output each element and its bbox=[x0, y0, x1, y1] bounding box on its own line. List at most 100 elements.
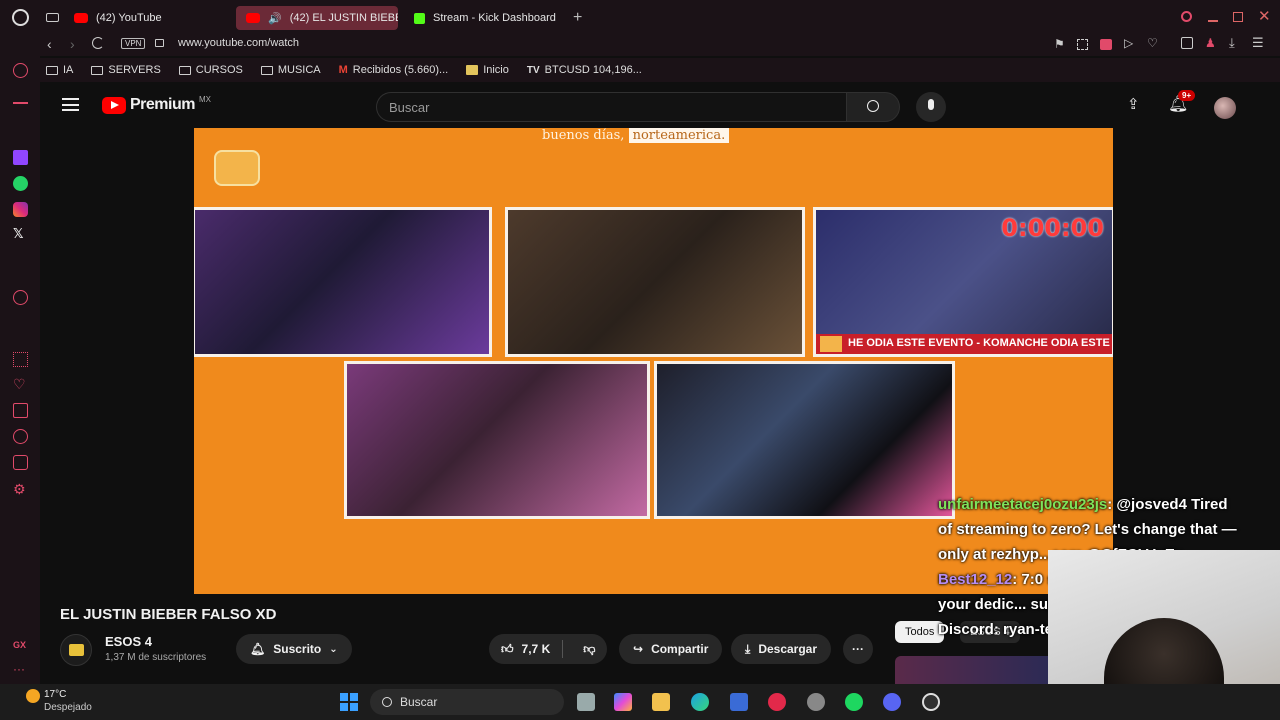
like-button[interactable]: 👍︎ 7,7 K bbox=[489, 640, 564, 658]
tab-justin-bieber-video[interactable]: 🔊 (42) EL JUSTIN BIEBE bbox=[236, 6, 398, 30]
search-input[interactable]: Buscar bbox=[376, 92, 846, 122]
windows-taskbar: 17°C Despejado Buscar bbox=[0, 684, 1280, 720]
restore-icon[interactable] bbox=[1233, 12, 1243, 22]
logo-text: Premium bbox=[130, 96, 195, 113]
shield-icon[interactable] bbox=[1100, 39, 1112, 50]
gx-control-icon[interactable] bbox=[13, 63, 28, 78]
copilot-icon[interactable] bbox=[614, 693, 632, 711]
new-tab-plus-icon[interactable]: + bbox=[573, 9, 582, 27]
tab-kick-dashboard[interactable]: Stream - Kick Dashboard bbox=[404, 6, 566, 30]
bookmark-ia[interactable]: IA bbox=[46, 64, 73, 76]
whatsapp-icon[interactable] bbox=[13, 176, 28, 191]
weather-temp[interactable]: 17°C bbox=[44, 689, 66, 700]
opera-gx-logo-icon[interactable] bbox=[12, 9, 29, 26]
search-icon bbox=[382, 697, 392, 707]
weather-icon[interactable] bbox=[26, 689, 40, 703]
folder-icon bbox=[91, 65, 104, 75]
extensions-icon[interactable] bbox=[1181, 37, 1193, 49]
tab-list-icon[interactable] bbox=[46, 13, 59, 22]
edge-icon[interactable] bbox=[691, 693, 709, 711]
vpn-badge[interactable]: VPN bbox=[121, 38, 146, 49]
apps-icon[interactable] bbox=[13, 352, 28, 367]
download-button[interactable]: ⤓ Descargar bbox=[731, 634, 832, 664]
kick-icon bbox=[414, 12, 425, 24]
discord-icon[interactable] bbox=[883, 693, 901, 711]
download-icon[interactable]: ⤓ bbox=[1229, 35, 1235, 51]
news-icon[interactable] bbox=[13, 403, 28, 418]
heart-icon[interactable]: ♡ bbox=[1147, 36, 1158, 50]
voice-search-button[interactable] bbox=[916, 92, 946, 122]
image-icon bbox=[466, 65, 479, 75]
youtube-logo[interactable]: Premium MX bbox=[102, 95, 211, 114]
gmail-icon: M bbox=[338, 64, 348, 76]
x-icon[interactable]: 𝕏 bbox=[13, 226, 28, 241]
dislike-button[interactable]: 👎︎ bbox=[571, 642, 607, 657]
chip-todos[interactable]: Todos bbox=[895, 621, 945, 643]
settings-icon[interactable]: ⚙ bbox=[13, 481, 28, 497]
subscribe-button[interactable]: 🔔︎ Suscrito ⌄ bbox=[236, 634, 352, 664]
search-tabs-icon[interactable] bbox=[1181, 11, 1192, 22]
bookmark-servers[interactable]: SERVERS bbox=[91, 64, 161, 76]
folder-icon bbox=[260, 65, 273, 75]
reload-icon[interactable] bbox=[92, 37, 104, 49]
bookmark-cursos[interactable]: CURSOS bbox=[178, 64, 243, 76]
extensions-icon[interactable] bbox=[13, 455, 28, 470]
spotify-icon[interactable] bbox=[845, 693, 863, 711]
chat-username: unfairmeetacej0ozu23js bbox=[938, 496, 1108, 513]
opera-gx-taskbar-icon[interactable] bbox=[768, 693, 786, 711]
twitch-icon[interactable] bbox=[13, 150, 28, 165]
play-icon[interactable]: ▷ bbox=[1124, 36, 1133, 50]
app-icon[interactable] bbox=[807, 693, 825, 711]
windows-start-icon[interactable] bbox=[340, 693, 358, 711]
url-field[interactable]: www.youtube.com/watch bbox=[178, 37, 299, 49]
heart-icon[interactable]: ♡ bbox=[13, 376, 28, 392]
bookmark-inicio[interactable]: Inicio bbox=[466, 64, 509, 76]
pin-icon[interactable]: ⚑ bbox=[1054, 37, 1065, 51]
avatar[interactable] bbox=[1214, 97, 1236, 119]
close-icon[interactable]: ✕ bbox=[1258, 7, 1271, 25]
timer: 0:00:00 bbox=[1001, 214, 1104, 242]
recommended-thumbnail[interactable] bbox=[895, 656, 1055, 684]
news-ticker: HE ODIA ESTE EVENTO - KOMANCHE ODIA ESTE… bbox=[816, 334, 1112, 354]
instagram-icon[interactable] bbox=[13, 202, 28, 217]
forward-icon[interactable]: › bbox=[70, 36, 75, 52]
camera-1 bbox=[194, 207, 492, 357]
hamburger-menu-icon[interactable] bbox=[62, 98, 79, 111]
ticker-logo-icon bbox=[820, 336, 842, 352]
back-icon[interactable]: ‹ bbox=[47, 36, 52, 52]
weather-desc[interactable]: Despejado bbox=[44, 702, 92, 713]
menu-icon[interactable]: ☰ bbox=[1252, 35, 1264, 51]
camera-3: 0:00:00 HE ODIA ESTE EVENTO - KOMANCHE O… bbox=[813, 207, 1113, 357]
speaker-icon[interactable]: 🔊 bbox=[268, 12, 282, 25]
bookmark-musica[interactable]: MUSICA bbox=[260, 64, 321, 76]
tab-youtube[interactable]: (42) YouTube bbox=[64, 6, 172, 30]
snapshot-icon[interactable] bbox=[1077, 39, 1088, 50]
upload-icon[interactable]: ⇪ bbox=[1127, 95, 1140, 113]
player-icon[interactable] bbox=[13, 290, 28, 305]
share-icon: ↪ bbox=[633, 642, 644, 656]
history-icon[interactable] bbox=[13, 429, 28, 444]
bookmark-gmail[interactable]: M Recibidos (5.660)... bbox=[339, 64, 449, 76]
channel-avatar[interactable] bbox=[60, 634, 92, 666]
channel-name[interactable]: ESOS 4 bbox=[105, 634, 152, 649]
like-dislike-group: 👍︎ 7,7 K 👎︎ bbox=[489, 634, 608, 664]
search-button[interactable] bbox=[846, 92, 900, 122]
camera-4 bbox=[344, 361, 650, 519]
browser-tab-bar: (42) YouTube 🔊 (42) EL JUSTIN BIEBE Stre… bbox=[0, 0, 1280, 34]
more-actions-button[interactable]: ··· bbox=[843, 634, 873, 664]
minimize-icon[interactable] bbox=[1208, 20, 1218, 22]
file-explorer-icon[interactable] bbox=[652, 693, 670, 711]
share-button[interactable]: ↪ Compartir bbox=[619, 634, 723, 664]
tab-label: (42) EL JUSTIN BIEBE bbox=[289, 12, 398, 24]
thumbs-down-icon: 👎︎ bbox=[583, 641, 596, 656]
bookmark-btcusd[interactable]: TV BTCUSD 104,196... bbox=[527, 64, 642, 76]
lock-icon bbox=[155, 39, 164, 47]
task-view-icon[interactable] bbox=[577, 693, 595, 711]
gx-corner-icon[interactable] bbox=[13, 89, 28, 104]
more-icon[interactable]: ··· bbox=[13, 662, 25, 676]
store-icon[interactable] bbox=[730, 693, 748, 711]
camera-2 bbox=[505, 207, 805, 357]
taskbar-search[interactable]: Buscar bbox=[370, 689, 564, 715]
obs-icon[interactable] bbox=[922, 693, 940, 711]
profile-icon[interactable]: ♟ bbox=[1205, 36, 1216, 50]
